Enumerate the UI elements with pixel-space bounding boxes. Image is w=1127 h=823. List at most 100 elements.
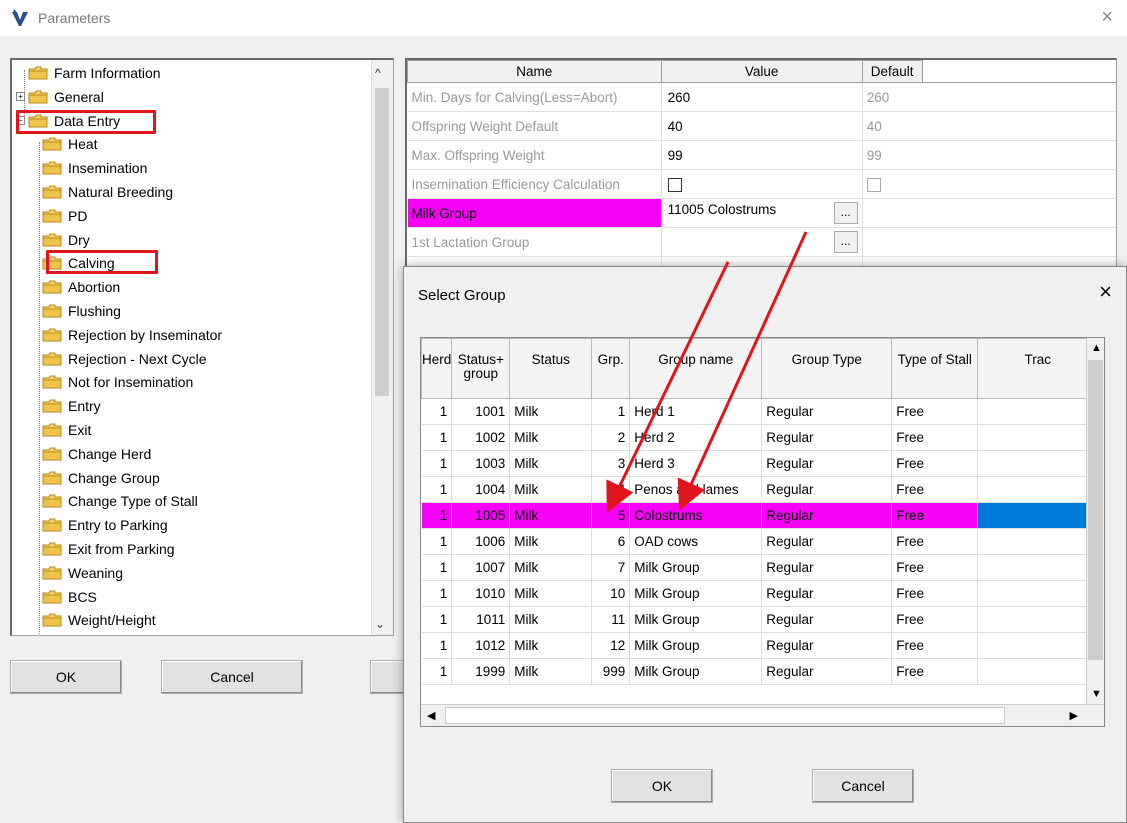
table-row[interactable]: 1 1001 Milk 1 Herd 1 Regular Free <box>421 398 1099 425</box>
tree-item-rejection-by-inseminator[interactable]: Rejection by Inseminator <box>42 324 224 346</box>
tree-item-rejection-next-cycle[interactable]: Rejection - Next Cycle <box>42 348 209 370</box>
horizontal-scrollbar[interactable]: ◀ ▶ <box>421 704 1104 726</box>
vertical-scrollbar[interactable]: ▲ ▼ <box>1086 338 1104 726</box>
table-row[interactable]: 1 1011 Milk 11 Milk Group Regular Free <box>421 606 1099 633</box>
scroll-down-icon[interactable]: ⌄ <box>375 617 385 631</box>
table-cell: Free <box>891 398 979 425</box>
tree-item-exit-from-parking[interactable]: Exit from Parking <box>42 538 177 560</box>
table-cell: Regular <box>761 502 893 529</box>
scroll-up-icon[interactable]: ^ <box>375 66 381 80</box>
browse-button[interactable]: ... <box>833 202 858 224</box>
table-cell: Regular <box>761 658 893 685</box>
param-name: Max. Offspring Weight <box>407 140 662 170</box>
tree-item-pd[interactable]: PD <box>42 205 89 227</box>
col-header[interactable]: Status+ group <box>451 338 511 399</box>
tree-item-natural-breeding[interactable]: Natural Breeding <box>42 181 175 203</box>
col-header[interactable]: Group name <box>629 338 763 399</box>
tree-item-weight-height[interactable]: Weight/Height <box>42 609 158 631</box>
tree-item-heat[interactable]: Heat <box>42 133 100 155</box>
parameters-grid[interactable]: Name Value Default Min. Days for Calving… <box>405 58 1117 273</box>
table-row[interactable]: 1 1006 Milk 6 OAD cows Regular Free <box>421 528 1099 555</box>
app-logo-icon <box>12 9 28 26</box>
table-row-selected[interactable]: 1 1005 Milk 5 Colostrums Regular Free <box>421 502 1099 529</box>
tree-item-label: Rejection - Next Cycle <box>68 350 207 367</box>
table-row[interactable]: 1 1010 Milk 10 Milk Group Regular Free <box>421 580 1099 607</box>
param-name: Milk Group <box>407 198 662 228</box>
folder-icon <box>42 209 62 223</box>
scroll-down-icon[interactable]: ▼ <box>1091 688 1102 700</box>
tree-item-not-for-insemination[interactable]: Not for Insemination <box>42 371 195 393</box>
tree-item-abortion[interactable]: Abortion <box>42 276 122 298</box>
tree-item-change-group[interactable]: Change Group <box>42 467 162 489</box>
tree-item-general[interactable]: + General <box>16 86 106 108</box>
table-cell: Free <box>891 424 979 451</box>
dialog-ok-button[interactable]: OK <box>611 769 713 803</box>
tree-item-morphological-classifications[interactable]: Morphological Classifications <box>42 633 251 635</box>
scroll-thumb[interactable] <box>1088 360 1103 660</box>
tree-scrollbar[interactable]: ^ ⌄ <box>371 60 393 635</box>
table-cell: 1006 <box>451 528 511 555</box>
param-row[interactable]: Insemination Efficiency Calculation <box>407 169 1116 199</box>
tree-item-insemination[interactable]: Insemination <box>42 157 149 179</box>
scroll-thumb[interactable] <box>445 707 1005 724</box>
close-icon[interactable]: × <box>1101 6 1113 29</box>
col-header[interactable]: Group Type <box>761 338 893 399</box>
table-cell <box>977 606 1099 633</box>
ok-button[interactable]: OK <box>10 660 122 694</box>
param-row[interactable]: Max. Offspring Weight 99 99 <box>407 140 1116 170</box>
scroll-thumb[interactable] <box>375 88 389 396</box>
col-header[interactable]: Herd <box>421 338 453 399</box>
tree-view[interactable]: ^ ⌄ Farm Information + General − Data Entry H… <box>10 58 394 636</box>
tree-guide-line <box>39 142 40 635</box>
efficiency-checkbox[interactable] <box>667 177 682 192</box>
tree-item-label: Change Group <box>68 469 160 486</box>
tree-item-change-type-of-stall[interactable]: Change Type of Stall <box>42 490 200 512</box>
tree-item-dry[interactable]: Dry <box>42 229 92 251</box>
table-cell: 1 <box>421 476 453 503</box>
col-header[interactable]: Status <box>509 338 593 399</box>
table-cell <box>977 502 1099 529</box>
scroll-left-icon[interactable]: ◀ <box>427 709 435 722</box>
tree-item-farm-information[interactable]: Farm Information <box>16 62 163 84</box>
table-row[interactable]: 1 1003 Milk 3 Herd 3 Regular Free <box>421 450 1099 477</box>
table-row[interactable]: 1 1007 Milk 7 Milk Group Regular Free <box>421 554 1099 581</box>
scroll-right-icon[interactable]: ▶ <box>1070 709 1078 722</box>
tree-item-exit[interactable]: Exit <box>42 419 93 441</box>
tree-item-entry-to-parking[interactable]: Entry to Parking <box>42 514 170 536</box>
tree-item-entry[interactable]: Entry <box>42 395 103 417</box>
tree-item-label: Exit from Parking <box>68 541 175 557</box>
table-cell: 1 <box>421 528 453 555</box>
param-row[interactable]: Min. Days for Calving(Less=Abort) 260 26… <box>407 82 1116 112</box>
table-row[interactable]: 1 1012 Milk 12 Milk Group Regular Free <box>421 632 1099 659</box>
browse-button[interactable]: ... <box>833 231 858 253</box>
param-value[interactable]: 99 <box>660 140 863 170</box>
param-row[interactable]: 1st Lactation Group ... <box>407 227 1116 257</box>
scroll-up-icon[interactable]: ▲ <box>1091 342 1102 354</box>
param-row-selected[interactable]: Milk Group 11005 Colostrums... <box>407 198 1116 228</box>
col-header[interactable]: Trac <box>977 338 1099 399</box>
param-value[interactable]: 40 <box>660 111 863 141</box>
group-grid[interactable]: Herd Status+ group Status Grp. Group name Gro… <box>420 337 1105 727</box>
table-row[interactable]: 1 1999 Milk 999 Milk Group Regular Free <box>421 658 1099 685</box>
folder-icon <box>42 304 62 318</box>
table-cell: 4 <box>591 476 631 503</box>
param-value[interactable]: 11005 Colostrums <box>668 202 777 217</box>
table-cell: 1 <box>421 606 453 633</box>
dialog-cancel-button[interactable]: Cancel <box>812 769 914 803</box>
table-cell: Regular <box>761 476 893 503</box>
param-row[interactable]: Offspring Weight Default 40 40 <box>407 111 1116 141</box>
expand-icon[interactable]: + <box>16 92 25 102</box>
tree-item-change-herd[interactable]: Change Herd <box>42 443 153 465</box>
dialog-close-icon[interactable]: × <box>1099 279 1112 305</box>
tree-item-bcs[interactable]: BCS <box>42 586 99 608</box>
col-header[interactable]: Grp. <box>591 338 631 399</box>
table-row[interactable]: 1 1002 Milk 2 Herd 2 Regular Free <box>421 424 1099 451</box>
table-row[interactable]: 1 1004 Milk 4 Penos and lames Regular Free <box>421 476 1099 503</box>
tree-item-flushing[interactable]: Flushing <box>42 300 123 322</box>
col-header[interactable]: Type of Stall <box>891 338 979 399</box>
cancel-button[interactable]: Cancel <box>161 660 303 694</box>
table-cell: 1 <box>591 398 631 425</box>
param-value[interactable]: 260 <box>660 82 863 112</box>
tree-item-label: Heat <box>68 136 98 153</box>
tree-item-weaning[interactable]: Weaning <box>42 562 125 584</box>
